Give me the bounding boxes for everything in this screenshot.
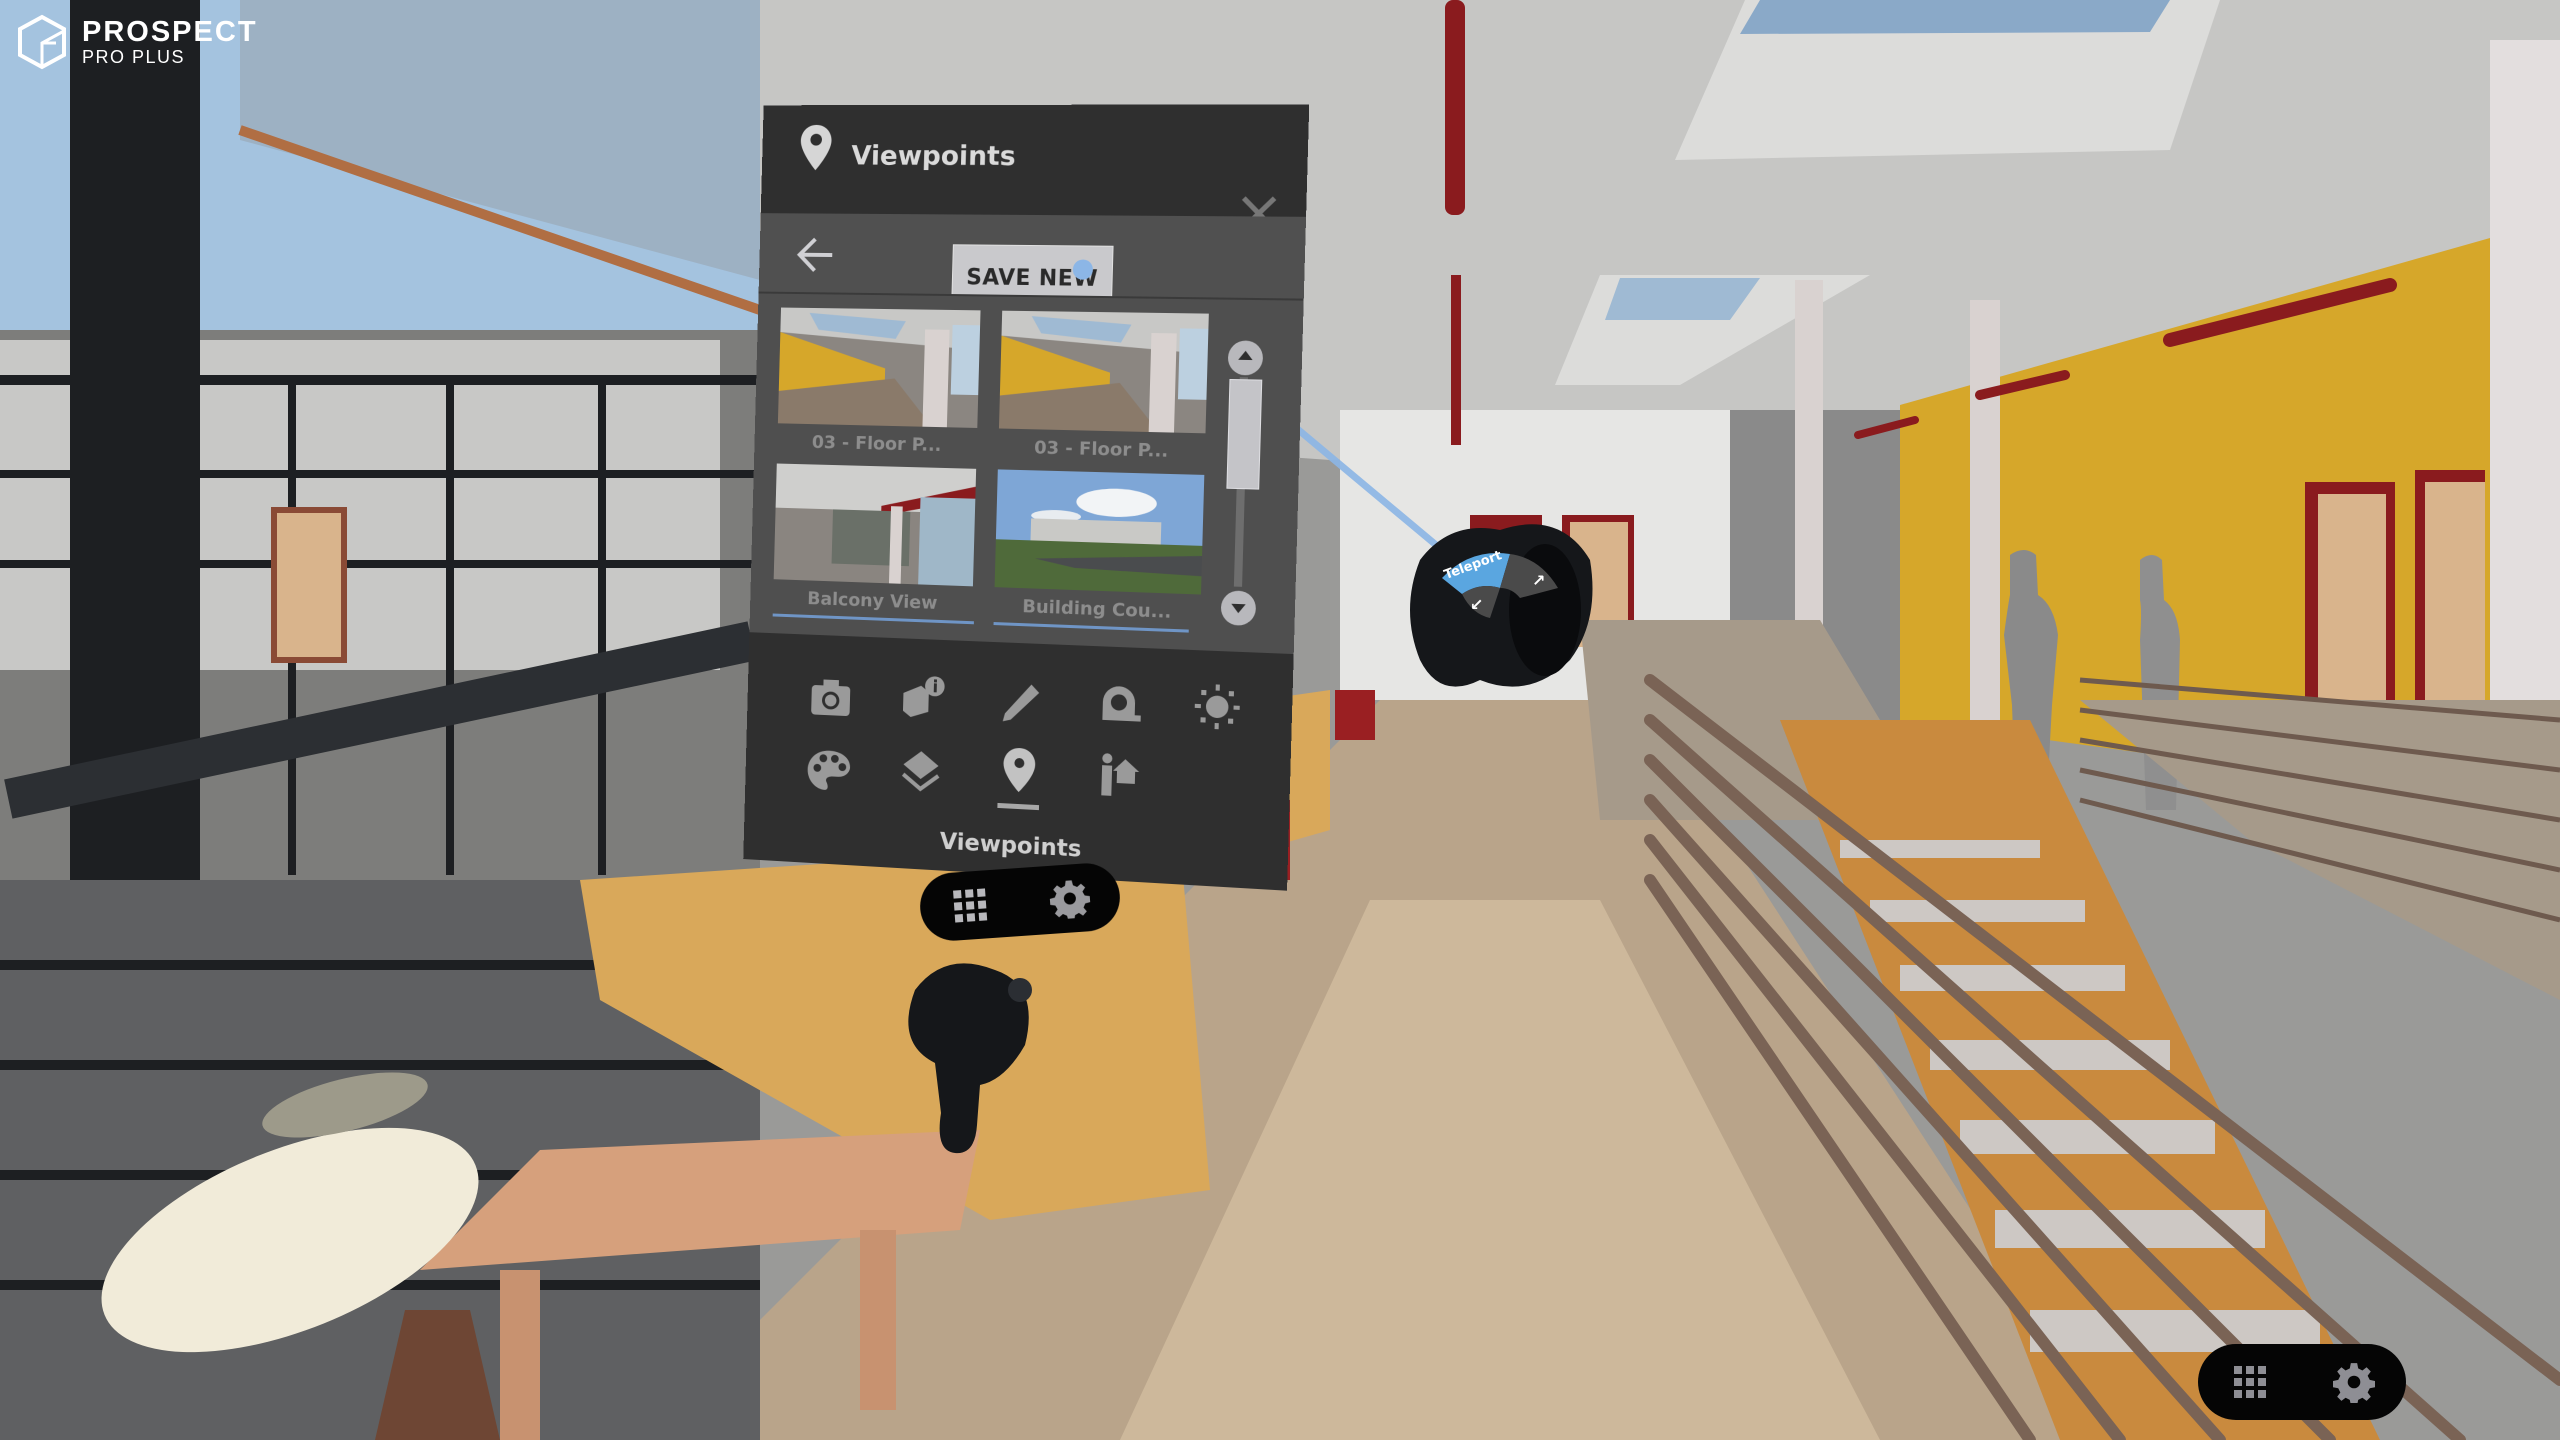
tape-measure-icon	[1102, 685, 1142, 722]
viewpoint-load-progress	[772, 613, 974, 625]
red-planter	[1335, 690, 1375, 740]
right-balcony-floor	[2080, 700, 2560, 1000]
pencil-icon	[1002, 683, 1040, 723]
viewpoint-label: 03 - Floor P...	[811, 431, 942, 456]
panel-title: Viewpoints	[850, 140, 1017, 172]
tool-viewpoints[interactable]	[992, 742, 1047, 799]
corner-menu	[2198, 1344, 2406, 1420]
viewpoint-label: Building Cou...	[1022, 596, 1172, 623]
tool-camera[interactable]	[804, 670, 857, 725]
map-pin-icon	[1002, 747, 1036, 793]
skylight-glass	[1740, 0, 2170, 34]
tool-markup[interactable]	[994, 676, 1049, 732]
tool-materials[interactable]	[802, 743, 855, 799]
tool-sun[interactable]	[1189, 678, 1246, 735]
teleport-wheel[interactable]: ↗ ↙ Teleport	[1440, 548, 1560, 618]
apps-button[interactable]	[2229, 1361, 2271, 1403]
viewpoint-thumbnail	[773, 463, 977, 587]
brand-tier: PRO PLUS	[82, 47, 186, 67]
viewpoints-panel: Viewpoints SAVE NEW 03 - Floor P... 03 -…	[743, 104, 1310, 891]
wrist-menu	[917, 861, 1123, 943]
viewpoint-item[interactable]: Building Cou...	[992, 469, 1207, 624]
object-info-icon	[902, 676, 945, 718]
viewpoint-thumbnail	[998, 310, 1209, 434]
tool-layers[interactable]	[894, 743, 948, 799]
panel-nav-bar: SAVE NEW	[758, 213, 1307, 298]
viewpoint-item[interactable]: 03 - Floor P...	[775, 307, 982, 457]
pendant-light	[1451, 275, 1461, 445]
map-pin-icon	[800, 124, 832, 171]
grid-icon	[2234, 1366, 2266, 1398]
tool-measure[interactable]	[1093, 676, 1149, 733]
viewpoints-list: 03 - Floor P... 03 - Floor P... Balcony …	[749, 291, 1304, 657]
gear-icon	[2333, 1363, 2375, 1403]
arrow-down-left-icon: ↙	[1470, 595, 1483, 614]
viewpoint-label: Balcony View	[807, 588, 938, 614]
viewpoint-load-progress	[993, 622, 1189, 633]
pendant-light	[1445, 0, 1465, 215]
gear-icon	[1049, 880, 1091, 920]
sun-icon	[1194, 684, 1240, 730]
tool-palette: Viewpoints	[743, 632, 1294, 891]
viewpoint-item[interactable]: Balcony View	[771, 463, 978, 615]
controller-thumbstick	[1008, 978, 1032, 1002]
arrow-up-right-icon: ↗	[1532, 571, 1545, 590]
scroll-thumb[interactable]	[1226, 378, 1263, 490]
scroll-down-button[interactable]	[1220, 590, 1257, 627]
tool-scale[interactable]	[1091, 747, 1147, 804]
brand-logo: PROSPECT PRO PLUS	[16, 14, 258, 70]
table-leg	[860, 1230, 896, 1410]
settings-button[interactable]	[1047, 876, 1092, 921]
arrow-left-icon	[799, 239, 832, 271]
camera-icon	[811, 679, 851, 717]
table-leg	[500, 1270, 540, 1440]
far-door	[271, 507, 347, 663]
brand-name: PROSPECT	[82, 16, 258, 48]
viewpoint-thumbnail	[994, 469, 1205, 595]
viewpoint-label: 03 - Floor P...	[1033, 437, 1169, 462]
settings-button[interactable]	[2333, 1361, 2375, 1403]
tool-object-info[interactable]	[896, 670, 950, 726]
palette-icon	[807, 749, 851, 792]
grid-icon	[953, 888, 988, 923]
viewpoints-scrollbar[interactable]	[1219, 340, 1268, 627]
panel-header: Viewpoints	[760, 104, 1310, 217]
person-house-icon	[1101, 753, 1140, 796]
prospect-logo-icon	[18, 14, 66, 70]
scroll-up-button[interactable]	[1227, 340, 1264, 376]
viewpoint-thumbnail	[777, 307, 981, 428]
viewpoint-item[interactable]: 03 - Floor P...	[996, 310, 1211, 463]
apps-button[interactable]	[948, 883, 993, 928]
back-button[interactable]	[795, 235, 836, 275]
layers-icon	[897, 750, 945, 796]
